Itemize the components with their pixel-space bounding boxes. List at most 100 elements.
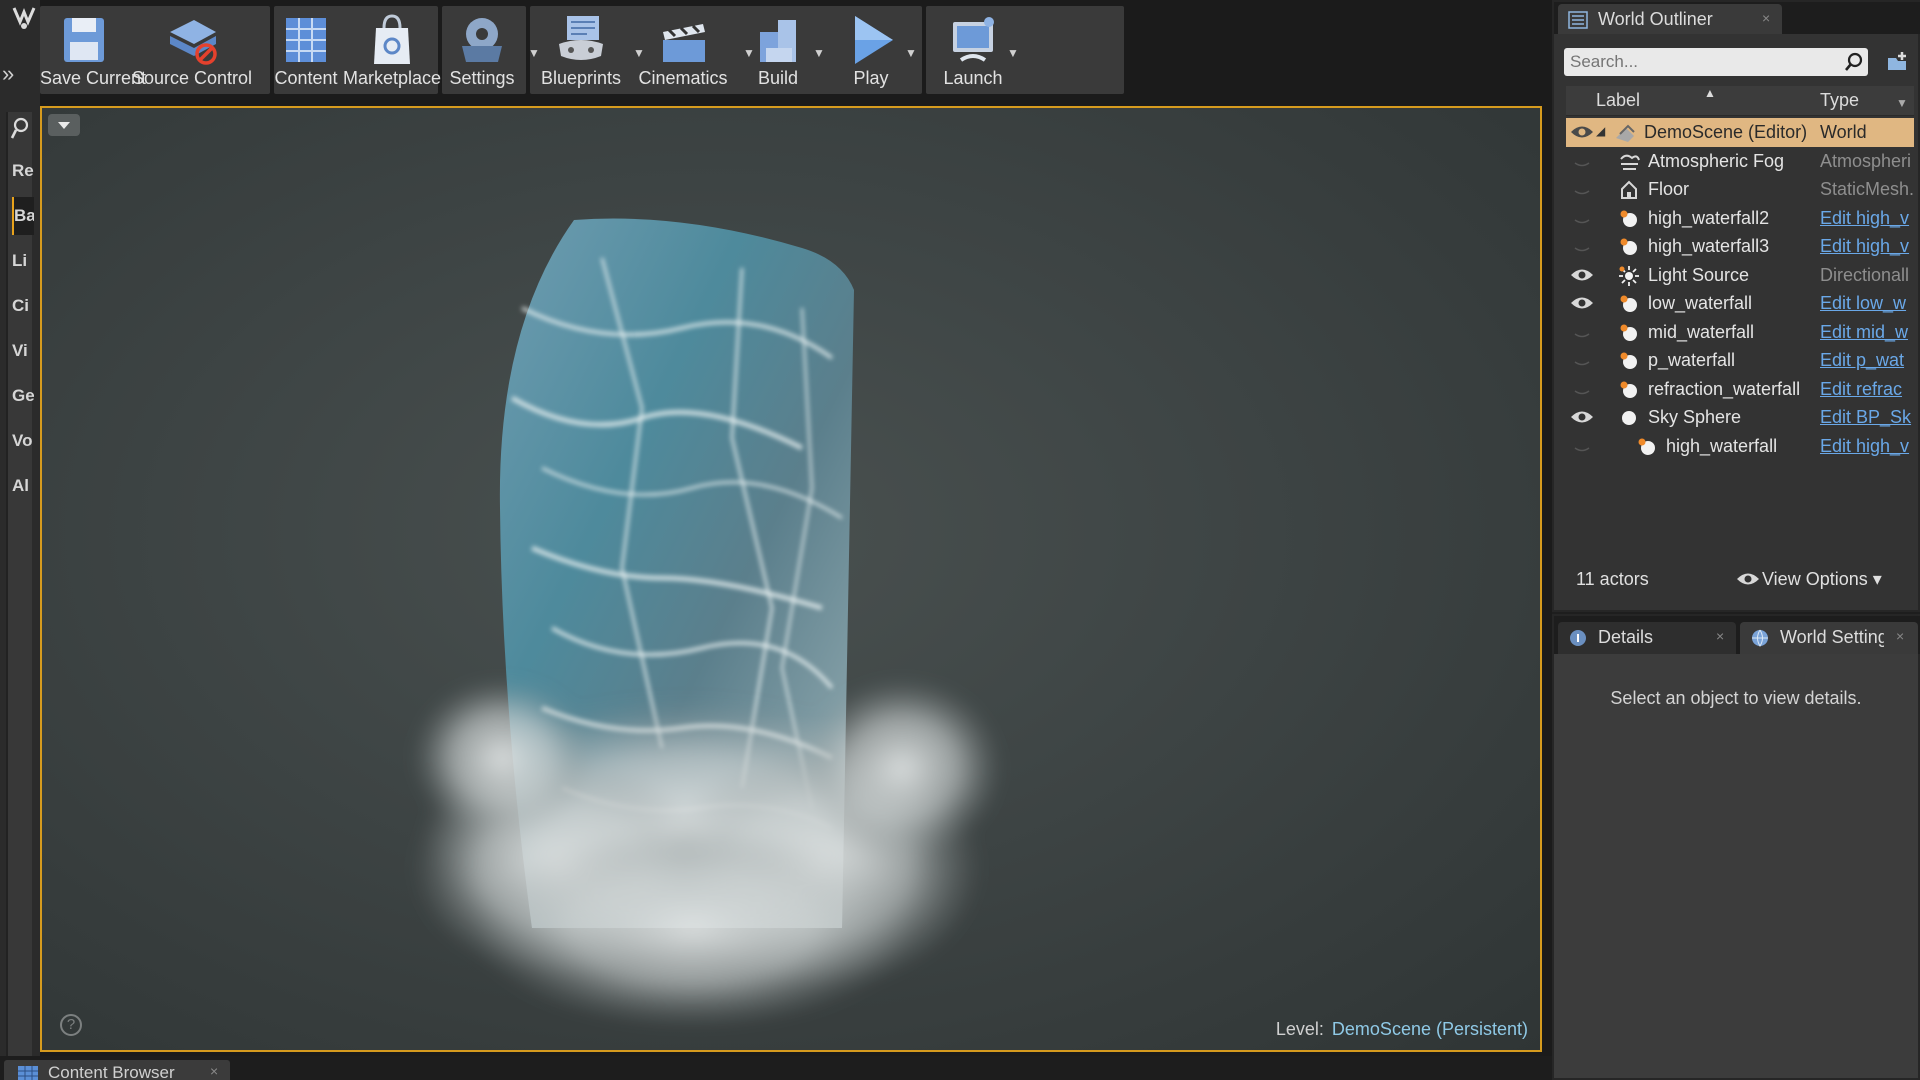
outliner-row[interactable]: high_waterfall2 Edit high_v [1566, 204, 1914, 233]
unreal-logo-icon[interactable] [10, 4, 38, 32]
outliner-row[interactable]: Light Source Directionall [1566, 261, 1914, 290]
build-button[interactable]: Build [736, 6, 820, 94]
column-type-header[interactable]: Type [1820, 90, 1859, 111]
edit-blueprint-link[interactable]: Edit refrac [1820, 379, 1914, 400]
edit-blueprint-link[interactable]: Edit high_v [1820, 436, 1914, 457]
sort-ascending-icon: ▲ [1704, 86, 1716, 100]
chevron-down-icon[interactable]: ▼ [1006, 46, 1020, 60]
eye-closed-icon[interactable] [1570, 239, 1594, 253]
mode-tab-ge[interactable]: Ge [12, 377, 34, 415]
tab-label: Content Browser [48, 1063, 175, 1080]
chevron-down-icon[interactable]: ▼ [812, 46, 826, 60]
content-button[interactable]: Content [264, 6, 348, 94]
outliner-row-label: high_waterfall2 [1648, 207, 1770, 228]
tab-details[interactable]: Details × [1558, 622, 1736, 654]
launch-button[interactable]: Launch [930, 6, 1016, 94]
edit-blueprint-link[interactable]: Edit low_w [1820, 293, 1914, 314]
viewport-options-button[interactable] [48, 114, 80, 136]
outliner-row[interactable]: high_waterfall Edit high_v [1566, 432, 1914, 461]
eye-closed-icon[interactable] [1570, 382, 1594, 396]
mode-tab-al[interactable]: Al [12, 467, 34, 505]
blueprint-actor-icon [1620, 324, 1637, 341]
column-label-header[interactable]: Label [1596, 90, 1640, 111]
launch-icon [953, 17, 994, 62]
mode-tab-ba[interactable]: Ba [12, 197, 34, 235]
level-indicator: Level: DemoScene (Persistent) [1276, 1019, 1528, 1040]
edit-blueprint-link[interactable]: Edit BP_Sk [1820, 407, 1914, 428]
dropdown-arrow-icon [58, 122, 70, 129]
edit-blueprint-link[interactable]: Edit mid_w [1820, 322, 1914, 343]
source-control-icon [170, 20, 217, 65]
blueprint-actor-icon [1620, 352, 1637, 369]
outliner-row-label: high_waterfall3 [1648, 236, 1770, 256]
settings-button[interactable]: Settings [440, 6, 524, 94]
main-toolbar: Save CurrentSource Control ▼ ContentMarket… [40, 6, 1248, 94]
save-icon [64, 18, 104, 62]
edit-blueprint-link[interactable]: Edit p_wat [1820, 350, 1914, 371]
outliner-row[interactable]: mid_waterfall Edit mid_w [1566, 318, 1914, 347]
mode-tab-ci[interactable]: Ci [12, 287, 34, 325]
eye-icon[interactable] [1570, 268, 1594, 282]
close-icon[interactable]: × [1896, 628, 1904, 644]
help-icon[interactable]: ? [60, 1014, 82, 1036]
mode-tab-re[interactable]: Re [12, 152, 34, 190]
toolbar-button-label: Marketplace [342, 68, 442, 88]
toolbar-button-label: Content [274, 68, 338, 88]
mode-tab-vi[interactable]: Vi [12, 332, 34, 370]
tab-world-settings[interactable]: World Settings × [1740, 622, 1918, 654]
view-options-button[interactable]: View Options ▾ [1762, 569, 1882, 590]
outliner-row[interactable]: ◢Sky SphereEdit BP_Sk [1566, 403, 1914, 432]
level-label: Level: [1275, 1019, 1324, 1039]
toolbar-button-label: Cinematics [638, 68, 728, 88]
close-icon[interactable]: × [210, 1063, 218, 1079]
mode-tab-vo[interactable]: Vo [12, 422, 34, 460]
eye-closed-icon[interactable] [1570, 353, 1594, 367]
close-icon[interactable]: × [1716, 628, 1724, 644]
outliner-row[interactable]: Atmospheric Fog Atmospheri [1566, 147, 1914, 176]
eye-icon[interactable] [1570, 125, 1594, 139]
play-button[interactable]: Play [828, 6, 914, 94]
outliner-row[interactable]: low_waterfall Edit low_w [1566, 289, 1914, 318]
tab-world-outliner[interactable]: World Outliner × [1558, 4, 1782, 34]
eye-icon[interactable] [1570, 410, 1594, 424]
expand-arrow-icon[interactable]: ◢ [1596, 124, 1605, 138]
actor-count: 11 actors [1576, 569, 1649, 589]
outliner-row[interactable]: Floor StaticMesh. [1566, 175, 1914, 204]
expand-panel-icon[interactable]: » [2, 60, 24, 88]
outliner-row[interactable]: ◢ DemoScene (Editor) World [1566, 118, 1914, 147]
outliner-row-type: StaticMesh. [1820, 179, 1914, 199]
level-viewport[interactable]: ? Level: DemoScene (Persistent) [40, 106, 1542, 1052]
outliner-search-input[interactable] [1564, 48, 1868, 76]
chevron-down-icon[interactable]: ▼ [904, 46, 918, 60]
cinematics-button[interactable]: Cinematics [620, 6, 746, 94]
fog-icon [1620, 154, 1640, 170]
source-control-button[interactable]: Source Control [132, 6, 252, 94]
outliner-row-type: Directionall [1820, 264, 1910, 285]
sky-sphere-icon [1622, 411, 1636, 425]
mode-tab-li[interactable]: Li [12, 242, 34, 280]
modes-strip: » Re Ba Li Ci Vi Ge Vo Al [0, 0, 40, 1080]
tab-content-browser[interactable]: Content Browser × [4, 1060, 230, 1080]
outliner-row[interactable]: refraction_waterfall Edit refrac [1566, 375, 1914, 404]
close-icon[interactable]: × [1762, 10, 1770, 26]
eye-closed-icon[interactable] [1570, 211, 1594, 225]
search-icon[interactable] [1844, 52, 1864, 72]
outliner-row[interactable]: p_waterfall Edit p_wat [1566, 346, 1914, 375]
outliner-row[interactable]: high_waterfall3 Edit high_v [1566, 232, 1914, 261]
eye-closed-icon[interactable] [1570, 154, 1594, 168]
eye-closed-icon[interactable] [1570, 325, 1594, 339]
save-current-button[interactable]: Save Current [40, 6, 146, 94]
details-info-icon [1570, 630, 1586, 646]
edit-blueprint-link[interactable]: Edit high_v [1820, 236, 1914, 257]
outliner-row-label: Sky Sphere [1648, 407, 1742, 427]
search-icon[interactable] [10, 116, 30, 140]
marketplace-button[interactable]: Marketplace [340, 6, 444, 94]
chevron-down-icon[interactable]: ▼ [1896, 96, 1908, 110]
eye-closed-icon[interactable] [1570, 439, 1594, 453]
outliner-footer: 11 actors View Options ▾ [1566, 562, 1914, 598]
eye-icon[interactable] [1570, 296, 1594, 310]
edit-blueprint-link[interactable]: Edit high_v [1820, 208, 1914, 229]
add-folder-icon[interactable] [1884, 50, 1910, 74]
eye-closed-icon[interactable] [1570, 182, 1594, 196]
blueprint-actor-icon [1620, 295, 1637, 312]
